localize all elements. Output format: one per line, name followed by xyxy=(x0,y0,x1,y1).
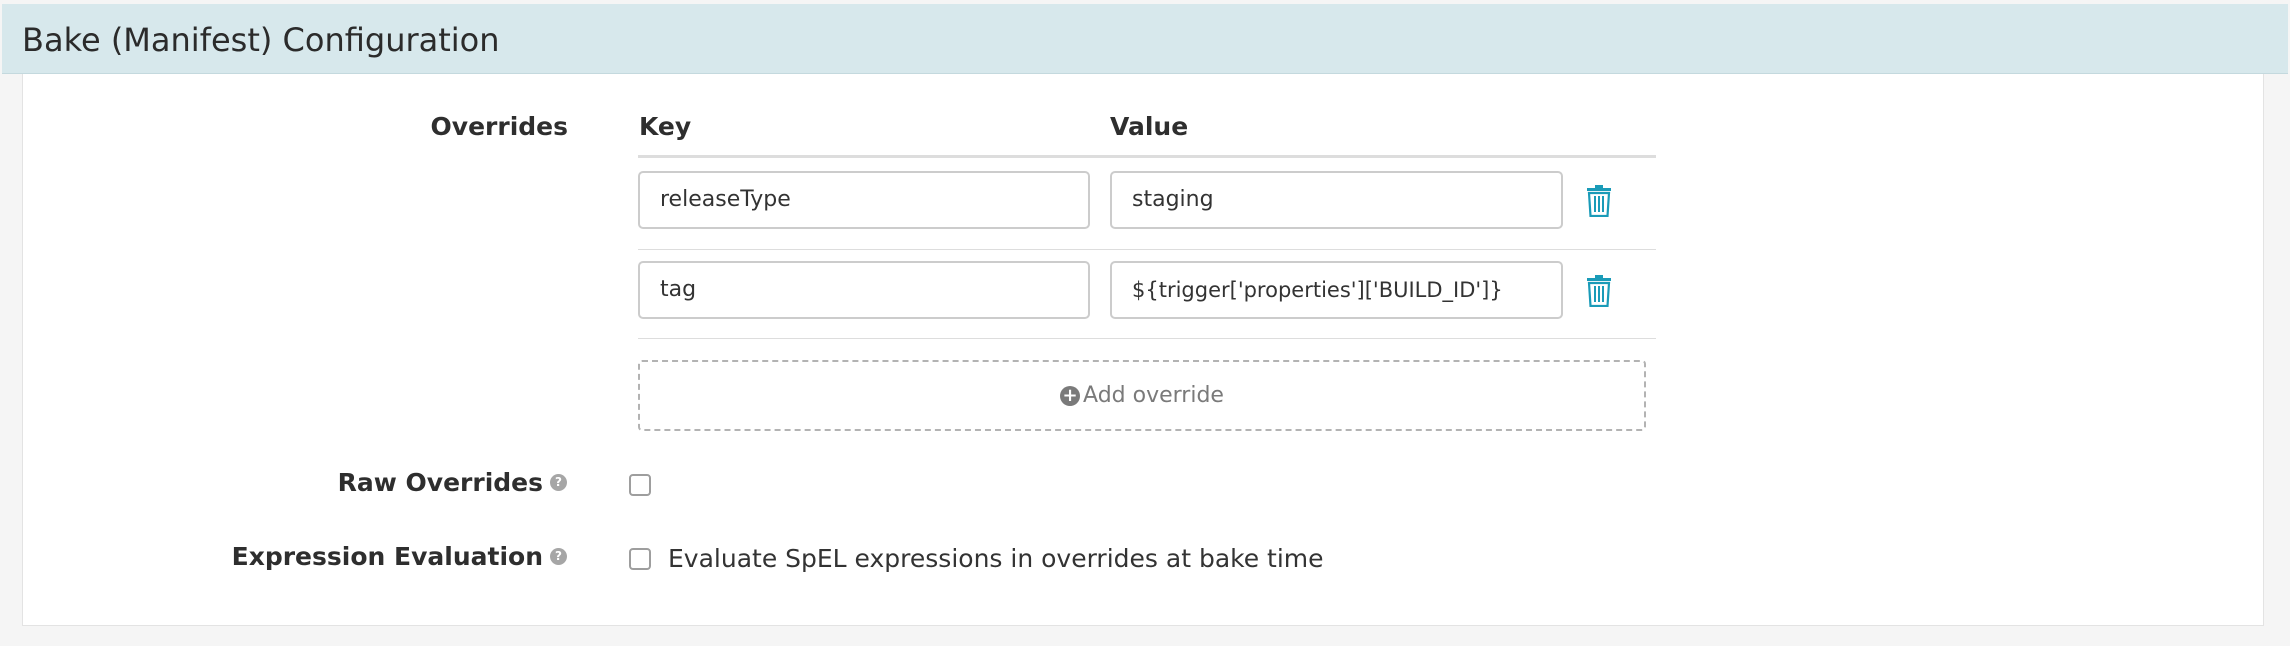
expression-evaluation-checkbox[interactable] xyxy=(629,548,651,570)
value-column-header: Value xyxy=(1110,112,1189,141)
expression-evaluation-checkbox-label[interactable]: Evaluate SpEL expressions in overrides a… xyxy=(668,546,1324,571)
raw-overrides-label: Raw Overrides xyxy=(337,468,543,497)
trash-icon[interactable] xyxy=(1586,185,1612,217)
add-override-button[interactable]: + Add override xyxy=(638,360,1646,431)
key-column-header: Key xyxy=(639,112,692,141)
question-circle-icon[interactable]: ? xyxy=(550,548,567,565)
plus-circle-icon: + xyxy=(1060,385,1081,406)
section-title: Bake (Manifest) Configuration xyxy=(22,21,500,59)
row-divider xyxy=(638,249,1656,250)
section-header: Bake (Manifest) Configuration xyxy=(2,4,2288,74)
override-value-input[interactable]: ${trigger['properties']['BUILD_ID']} xyxy=(1110,261,1563,319)
raw-overrides-checkbox[interactable] xyxy=(629,474,651,496)
override-key-input[interactable]: releaseType xyxy=(638,171,1090,229)
expression-evaluation-label: Expression Evaluation xyxy=(231,542,543,571)
add-override-label: Add override xyxy=(1083,383,1224,408)
table-header-divider xyxy=(638,155,1656,158)
trash-icon[interactable] xyxy=(1586,275,1612,307)
row-divider xyxy=(638,338,1656,339)
override-key-input[interactable]: tag xyxy=(638,261,1090,319)
overrides-label: Overrides xyxy=(430,112,568,141)
override-value-input[interactable]: staging xyxy=(1110,171,1563,229)
question-circle-icon[interactable]: ? xyxy=(550,474,567,491)
